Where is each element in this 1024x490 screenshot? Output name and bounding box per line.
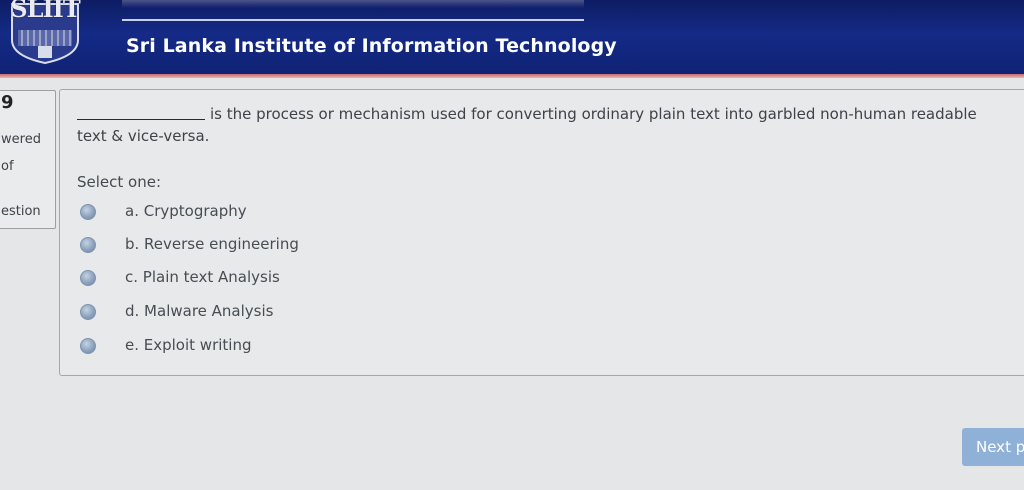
- option-label[interactable]: b. Reverse engineering: [125, 235, 299, 253]
- marks-text: of: [1, 159, 14, 174]
- answer-blank: [77, 118, 205, 120]
- select-one-label: Select one:: [77, 173, 162, 191]
- header-top-fade: [122, 0, 584, 8]
- site-title: Sri Lanka Institute of Information Techn…: [126, 35, 617, 57]
- next-page-label: Next p: [976, 438, 1024, 456]
- next-page-button[interactable]: Next p: [962, 428, 1024, 466]
- option-label[interactable]: a. Cryptography: [125, 202, 247, 220]
- flag-question-link[interactable]: estion: [1, 204, 41, 219]
- logo-text: SLIIT: [10, 0, 81, 23]
- site-header: SLIIT Sri Lanka Institute of Information…: [0, 0, 1024, 74]
- option-b[interactable]: b. Reverse engineering: [80, 235, 500, 259]
- option-c[interactable]: c. Plain text Analysis: [80, 268, 500, 292]
- option-d[interactable]: d. Malware Analysis: [80, 302, 500, 326]
- radio-button[interactable]: [80, 338, 96, 354]
- question-body: is the process or mechanism used for con…: [77, 105, 977, 145]
- question-text: is the process or mechanism used for con…: [77, 103, 1007, 147]
- question-number: 9: [1, 92, 14, 113]
- radio-button[interactable]: [80, 204, 96, 220]
- option-e[interactable]: e. Exploit writing: [80, 336, 500, 360]
- option-a[interactable]: a. Cryptography: [80, 202, 500, 226]
- option-label[interactable]: e. Exploit writing: [125, 336, 251, 354]
- sliit-logo[interactable]: SLIIT: [8, 0, 82, 65]
- option-label[interactable]: d. Malware Analysis: [125, 302, 273, 320]
- question-info-panel: 9 wered of estion: [0, 90, 56, 229]
- header-divider: [122, 19, 584, 21]
- header-bottom-stripe: [0, 74, 1024, 78]
- radio-button[interactable]: [80, 304, 96, 320]
- radio-button[interactable]: [80, 237, 96, 253]
- radio-button[interactable]: [80, 270, 96, 286]
- answered-status-text: wered: [1, 132, 41, 147]
- option-label[interactable]: c. Plain text Analysis: [125, 268, 280, 286]
